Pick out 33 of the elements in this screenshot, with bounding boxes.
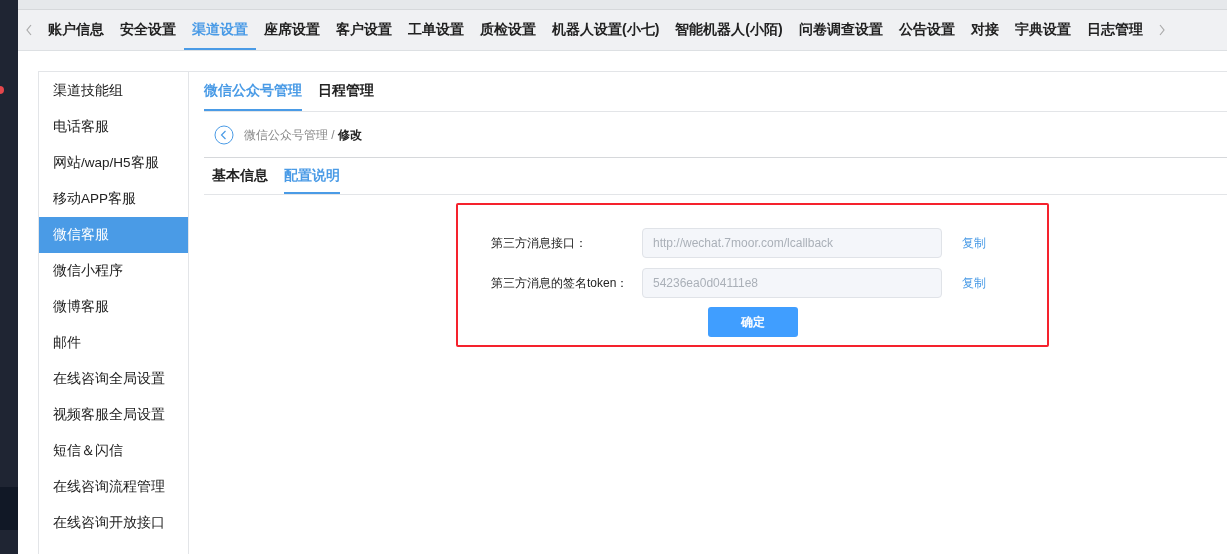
back-icon[interactable] [214,124,234,145]
nav-tab[interactable]: 对接 [962,10,1007,50]
nav-tab[interactable]: 账户信息 [40,10,112,50]
sidebar-item[interactable]: 电话客服 [39,109,188,145]
nav-tab[interactable]: 宇典设置 [1006,10,1079,50]
nav-tab[interactable]: 公告设置 [890,10,963,50]
nav-tab[interactable]: 客户设置 [328,10,400,50]
sidebar-item[interactable]: 移动APP客服 [39,181,188,217]
nav-highlight [0,487,18,530]
sidebar-item[interactable]: 微博客服 [39,289,188,325]
sidebar-item[interactable]: 网站/wap/H5客服 [39,145,188,181]
field-label: 第三方消息的签名token： [490,275,630,292]
nav-tab[interactable]: 日志管理 [1078,10,1151,50]
nav-tab[interactable]: 安全设置 [112,10,184,50]
field-label: 第三方消息接口： [490,235,588,252]
nav-tab[interactable]: 质检设置 [472,10,544,50]
nav-tab[interactable]: 工单设置 [400,10,472,50]
sidebar-item[interactable]: 在线咨询开放接口 [39,505,188,541]
sidebar-item[interactable]: 短信＆闪信 [39,433,188,469]
form-tab[interactable]: 基本信息 [212,158,268,194]
breadcrumb-link[interactable]: 微信公众号管理 / [244,127,335,142]
sidebar-item[interactable]: 邮件 [39,325,188,361]
nav-tab[interactable]: 座席设置 [256,10,328,50]
sidebar-item[interactable]: 微信小程序 [39,253,188,289]
sub-tab[interactable]: 日程管理 [318,72,374,111]
breadcrumb-current: 修改 [338,127,363,142]
nav-tab[interactable]: 智能机器人(小陌) [667,10,791,50]
nav-tab[interactable]: 问卷调查设置 [790,10,891,50]
nav-tab[interactable]: 机器人设置(小七) [544,10,668,50]
sidebar-item[interactable]: 在线咨询全局设置 [39,361,188,397]
sidebar-item[interactable]: 渠道技能组 [39,73,188,109]
sidebar-item[interactable]: 视频客服全局设置 [39,397,188,433]
sidebar-item[interactable]: 在线咨询流程管理 [39,469,188,505]
